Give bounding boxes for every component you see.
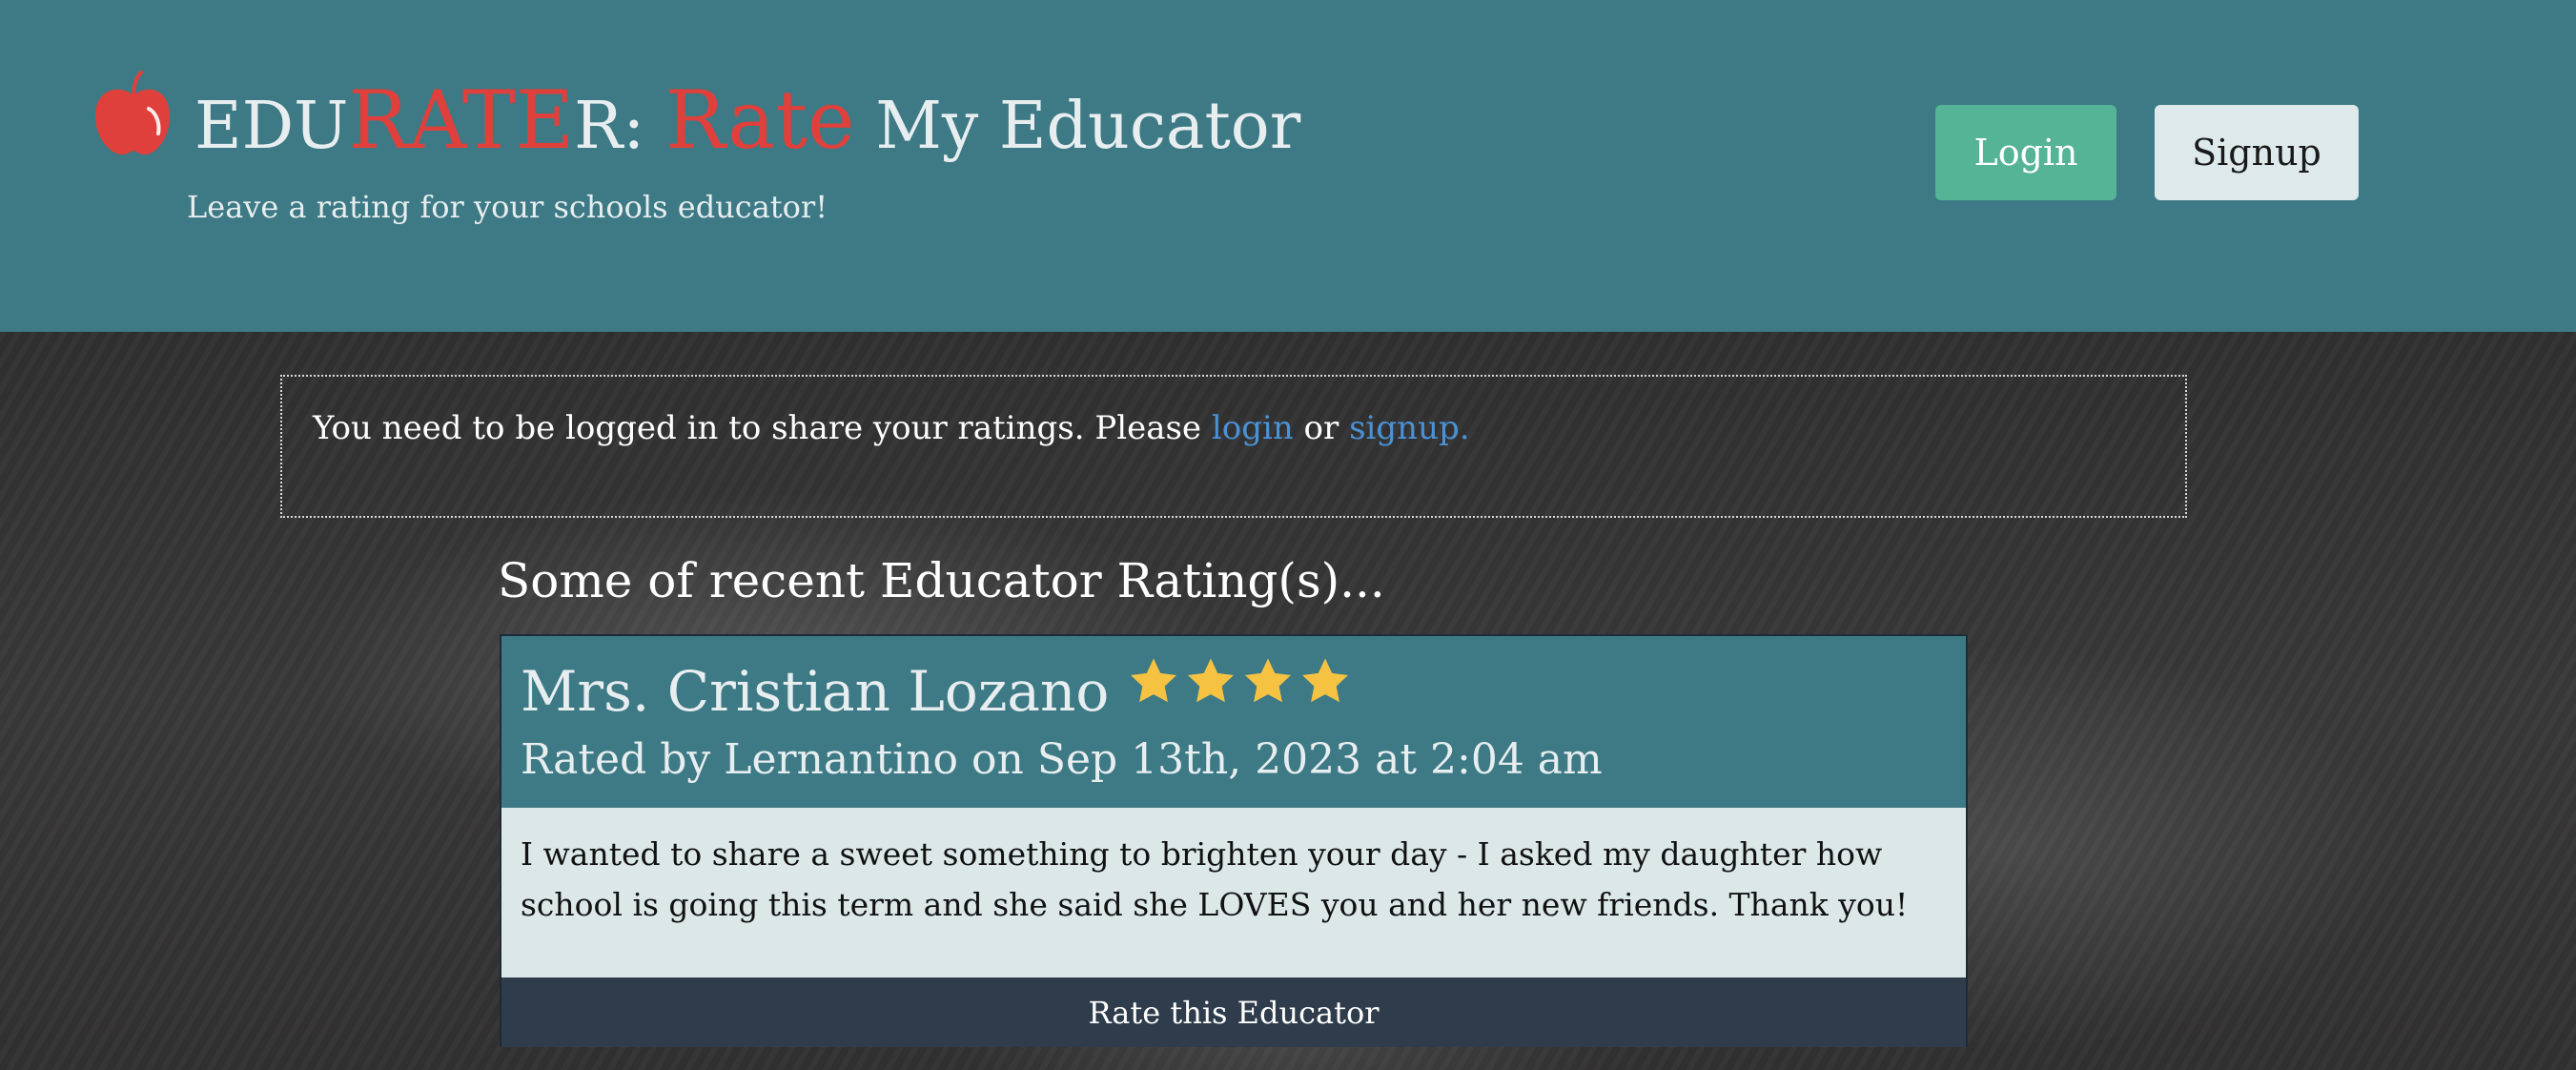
notice-text: You need to be logged in to share your r…: [313, 409, 1470, 447]
notice-text-before: You need to be logged in to share your r…: [313, 409, 1212, 447]
site-header: EDURATER: Rate My Educator Leave a ratin…: [0, 0, 2576, 332]
educator-name: Mrs. Cristian Lozano: [521, 659, 1110, 724]
star-icon: [1244, 658, 1292, 703]
site-title: EDURATER: Rate My Educator: [194, 80, 1300, 160]
rating-card-body: I wanted to share a sweet something to b…: [501, 808, 1966, 977]
rated-by-line: Rated by Lernantino on Sep 13th, 2023 at…: [521, 735, 1603, 784]
signup-button[interactable]: Signup: [2155, 105, 2359, 200]
rating-card-header: Mrs. Cristian Lozano Rated by Lernantino…: [501, 636, 1966, 808]
star-icon: [1187, 658, 1235, 703]
notice-text-middle: or: [1293, 409, 1350, 447]
site-subtitle: Leave a rating for your schools educator…: [187, 189, 828, 225]
apple-icon: [95, 71, 170, 155]
notice-login-link[interactable]: login: [1212, 409, 1294, 447]
title-rest: My Educator: [854, 89, 1301, 164]
title-r: R:: [574, 89, 645, 164]
review-text: I wanted to share a sweet something to b…: [521, 835, 1909, 923]
rate-this-educator-button[interactable]: Rate this Educator: [501, 977, 1966, 1047]
star-rating: [1127, 655, 1352, 709]
rating-card: Mrs. Cristian Lozano Rated by Lernantino…: [500, 634, 1968, 1047]
title-rate-word: Rate: [664, 73, 855, 167]
star-icon: [1130, 658, 1177, 703]
notice-signup-link[interactable]: signup.: [1349, 409, 1469, 447]
title-edu: EDU: [194, 89, 349, 164]
recent-ratings-heading: Some of recent Educator Rating(s)...: [498, 553, 1385, 608]
login-button[interactable]: Login: [1935, 105, 2116, 200]
title-rate: RATE: [348, 73, 575, 167]
star-icon: [1301, 658, 1349, 703]
login-notice: You need to be logged in to share your r…: [280, 375, 2187, 518]
